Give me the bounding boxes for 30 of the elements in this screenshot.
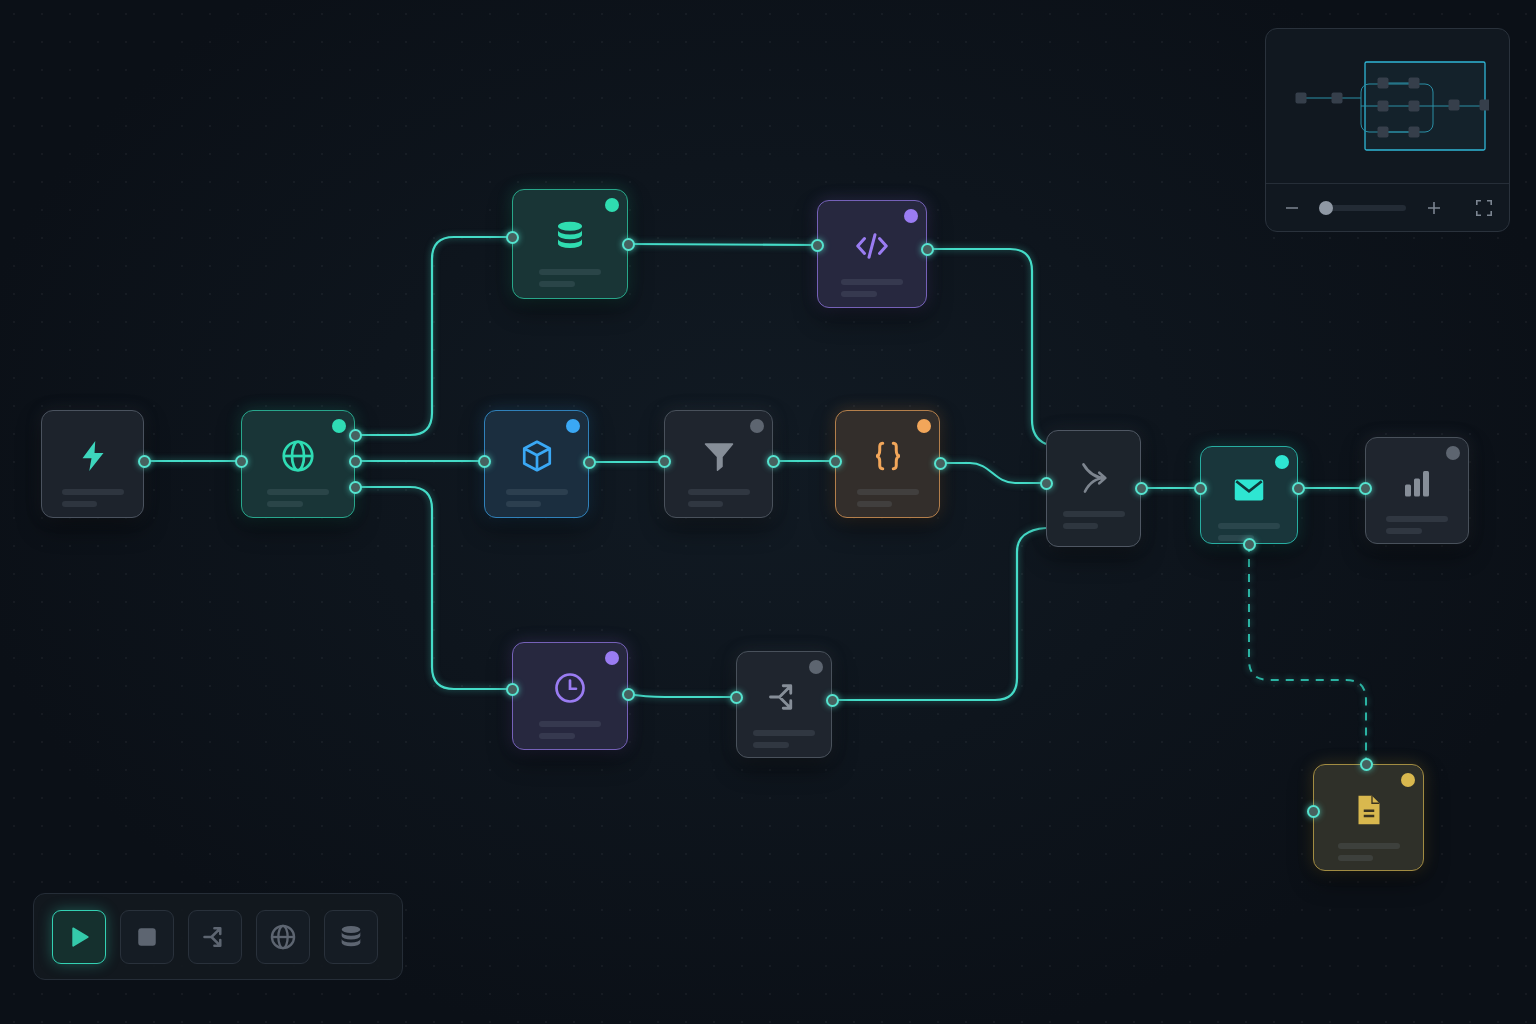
- plus-icon: [1428, 201, 1440, 214]
- slider-thumb[interactable]: [1318, 200, 1333, 215]
- workflow-node[interactable]: [1200, 446, 1298, 544]
- globe-button[interactable]: [256, 909, 310, 964]
- clock-icon: [552, 670, 588, 706]
- fullscreen-button[interactable]: [1476, 199, 1492, 216]
- workflow-node[interactable]: [1046, 430, 1141, 547]
- workflow-node[interactable]: [1365, 437, 1469, 544]
- branch-button[interactable]: [188, 909, 242, 964]
- workflow-node[interactable]: [664, 410, 773, 518]
- placeholder-line: [1218, 535, 1254, 541]
- play-button[interactable]: [52, 909, 106, 964]
- workflow-node[interactable]: [41, 410, 144, 518]
- zoom-in-button[interactable]: [1428, 201, 1440, 214]
- globe-icon: [269, 922, 297, 951]
- workflow-node[interactable]: [817, 200, 927, 308]
- minus-icon: [1286, 206, 1298, 209]
- zoom-out-button[interactable]: [1286, 206, 1298, 209]
- globe-icon: [280, 438, 316, 474]
- workflow-node[interactable]: [484, 410, 589, 518]
- workflow-node[interactable]: [512, 189, 628, 299]
- minimap-preview[interactable]: [1293, 60, 1489, 152]
- workflow-node[interactable]: [835, 410, 940, 518]
- database-button[interactable]: [324, 909, 378, 964]
- workflow-node[interactable]: [512, 642, 628, 750]
- stop-button[interactable]: [120, 909, 174, 964]
- workflow-node[interactable]: [1313, 764, 1424, 871]
- workflow-node[interactable]: [736, 651, 832, 758]
- workflow-node[interactable]: [241, 410, 355, 518]
- fullscreen-icon: [1476, 199, 1492, 216]
